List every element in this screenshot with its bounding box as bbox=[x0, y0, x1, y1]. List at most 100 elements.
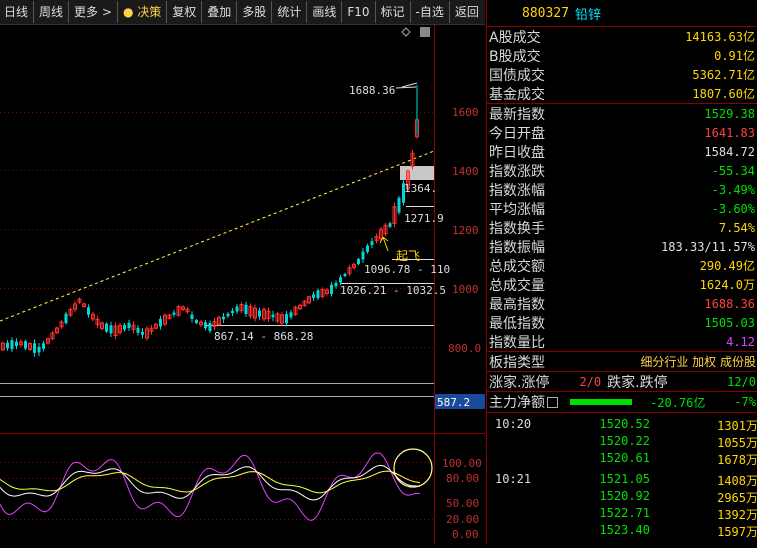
indicator-label-0: 0.00 bbox=[452, 528, 479, 541]
price-label-1271: 1271.9 bbox=[404, 212, 444, 225]
stat-label: 指数涨幅 bbox=[489, 182, 545, 199]
candle-body bbox=[136, 327, 140, 333]
tick-vol: 1678万 bbox=[717, 453, 757, 467]
stat-label: 总成交量 bbox=[489, 277, 545, 294]
tick-row: 10:21 1521.05 1408万 bbox=[487, 472, 757, 489]
stat-row: 国债成交 5362.71亿 bbox=[487, 65, 757, 84]
main-flow-label: 主力净额 bbox=[489, 395, 545, 411]
toolbar-remove-watchlist[interactable]: -自选 bbox=[411, 1, 450, 23]
candle-body bbox=[64, 313, 68, 324]
candle-body bbox=[42, 343, 45, 349]
stat-label: 最新指数 bbox=[489, 106, 545, 123]
tick-time: 10:21 bbox=[495, 472, 532, 486]
board-type-tags[interactable]: 细分行业 加权 成份股 bbox=[640, 353, 756, 370]
tick-list[interactable]: 10:20 1520.52 1301万 1520.22 1055万 1520.61 1678… bbox=[487, 413, 757, 540]
candle-body bbox=[87, 307, 90, 315]
board-type-row: 板指类型 细分行业 加权 成份股 bbox=[487, 351, 757, 371]
volume-axis-label: 587.2 bbox=[437, 396, 470, 409]
chevron-right-icon: > bbox=[101, 5, 112, 19]
candle-body bbox=[222, 316, 225, 320]
candle-body bbox=[316, 290, 320, 299]
stat-row: 指数换手 7.54% bbox=[487, 218, 757, 237]
candle-body bbox=[397, 197, 401, 213]
board-type-label: 板指类型 bbox=[489, 354, 545, 371]
candle-body bbox=[226, 313, 230, 317]
up-count-label: 涨家.涨停 bbox=[489, 374, 550, 391]
tick-time bbox=[487, 434, 590, 451]
range-label-1096: 1096.78 - 110 bbox=[364, 263, 450, 276]
candle-body bbox=[190, 314, 194, 319]
toolbar-restore-rights[interactable]: 复权 bbox=[167, 1, 203, 23]
stat-row: A股成交 14163.63亿 bbox=[487, 27, 757, 46]
candle-body bbox=[172, 312, 176, 315]
indicator-label-80: 80.00 bbox=[446, 472, 479, 485]
candle-body bbox=[258, 310, 261, 317]
candle-body bbox=[195, 319, 198, 324]
stat-label: 最低指数 bbox=[489, 315, 545, 332]
diamond-icon[interactable] bbox=[401, 27, 411, 37]
stat-value: 1529.38 bbox=[704, 106, 755, 121]
index-name: 铅锌 bbox=[574, 7, 601, 23]
toolbar-mark[interactable]: 标记 bbox=[376, 1, 411, 23]
candle-body bbox=[366, 245, 369, 252]
index-code: 880327 bbox=[522, 5, 569, 21]
toolbar-daily[interactable]: 日线 bbox=[0, 1, 35, 23]
candle-body bbox=[343, 273, 347, 277]
toolbar-more[interactable]: 更多 > bbox=[69, 1, 118, 23]
y-axis-label-800: 800.0 bbox=[448, 342, 481, 355]
stat-label: 总成交额 bbox=[489, 258, 545, 275]
stat-row: B股成交 0.91亿 bbox=[487, 46, 757, 65]
stat-label: 最高指数 bbox=[489, 296, 545, 313]
range-label-867: 867.14 - 868.28 bbox=[214, 330, 313, 343]
indicator-line-d bbox=[0, 470, 421, 494]
tick-vol: 2965万 bbox=[717, 491, 757, 505]
kline-chart-area[interactable]: 1600 1400 1200 1000 800.0 587.2 1688.36 … bbox=[0, 25, 485, 544]
stat-value: -55.34 bbox=[711, 163, 755, 178]
tick-time: 10:20 bbox=[495, 417, 532, 431]
toolbar-decision-label: 决策 bbox=[137, 5, 162, 19]
tick-row: 1520.61 1678万 bbox=[487, 451, 757, 468]
down-count-label: 跌家.跌停 bbox=[607, 374, 668, 391]
up-count-value: 2/0 bbox=[579, 374, 602, 389]
lightbulb-icon: ● bbox=[122, 5, 134, 19]
toolbar-f10[interactable]: F10 bbox=[342, 1, 376, 23]
scroll-toggle-icon[interactable] bbox=[420, 27, 430, 37]
candle-body bbox=[271, 314, 275, 318]
stat-value: 1624.0万 bbox=[699, 278, 755, 292]
toolbar-multi-stock[interactable]: 多股 bbox=[237, 1, 273, 23]
menu-icon[interactable] bbox=[547, 396, 558, 408]
stat-row: 指数量比 4.12 bbox=[487, 332, 757, 351]
candle-body bbox=[289, 312, 293, 318]
stat-label: 指数振幅 bbox=[489, 239, 545, 256]
indicator-line-j bbox=[0, 452, 421, 521]
peak-price-label: 1688.36 bbox=[349, 84, 395, 97]
stock-header: 880327 铅锌 bbox=[487, 0, 757, 26]
candle-body bbox=[109, 325, 113, 334]
main-flow-value: -20.76亿 bbox=[650, 395, 706, 410]
stat-row: 总成交额 290.49亿 bbox=[487, 256, 757, 275]
toolbar-statistics[interactable]: 统计 bbox=[272, 1, 308, 23]
toolbar-overlay[interactable]: 叠加 bbox=[202, 1, 238, 23]
toolbar-draw-line[interactable]: 画线 bbox=[307, 1, 343, 23]
candle-body bbox=[231, 310, 234, 314]
stat-value: -3.60% bbox=[711, 201, 755, 216]
candle-body bbox=[10, 340, 14, 350]
toolbar-back[interactable]: 返回 bbox=[450, 1, 484, 23]
tick-price: 1520.22 bbox=[599, 434, 650, 448]
stat-label: A股成交 bbox=[489, 29, 541, 46]
stat-value: 7.54% bbox=[718, 220, 755, 235]
indicator-label-50: 50.00 bbox=[446, 497, 479, 510]
indicator-label-100: 100.00 bbox=[442, 457, 482, 470]
tick-time bbox=[487, 523, 590, 540]
toolbar-weekly[interactable]: 周线 bbox=[34, 1, 70, 23]
candle-body bbox=[388, 223, 392, 227]
tick-vol: 1392万 bbox=[717, 508, 757, 522]
main-flow-pct: -7% bbox=[734, 395, 756, 409]
candle-body bbox=[15, 341, 18, 346]
tick-vol: 1055万 bbox=[717, 436, 757, 450]
candle-body bbox=[33, 343, 36, 353]
stat-value: 183.33/11.57% bbox=[661, 239, 755, 254]
toolbar-decision[interactable]: ● 决策 bbox=[118, 1, 168, 23]
stat-value: 4.12 bbox=[726, 334, 755, 349]
stat-label: 指数涨跌 bbox=[489, 163, 545, 180]
